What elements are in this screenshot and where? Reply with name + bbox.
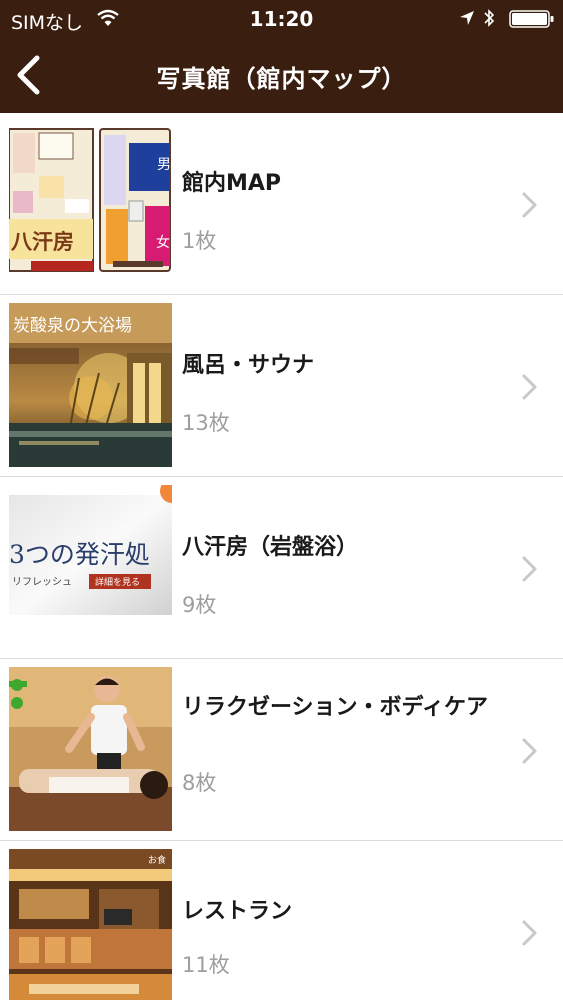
chevron-right-icon [522,192,537,218]
bluetooth-icon [482,8,496,32]
battery-icon [509,10,555,32]
album-title: 館内MAP [182,171,282,196]
album-row-restaurant[interactable]: お食 レストラン 11枚 [0,841,563,1000]
chevron-right-icon [522,374,537,400]
album-thumbnail: 3つの発汗処 リフレッシュ 詳細を見る [9,485,172,649]
album-count: 8枚 [182,771,217,795]
album-thumbnail: 八汗房 男 女 [9,121,172,285]
album-title: 風呂・サウナ [182,353,315,378]
album-list: 八汗房 男 女 館内MAP 1枚 炭酸泉の大浴場 風呂・サウナ 13枚 3つの発… [0,113,563,1000]
top-bar: SIMなし 11:20 写真館（館内マップ） [0,0,563,113]
location-icon [459,10,475,30]
album-title: 八汗房（岩盤浴） [182,535,359,560]
chevron-right-icon [522,738,537,764]
page-title: 写真館（館内マップ） [156,65,407,93]
album-count: 9枚 [182,593,217,617]
bath-banner-text: 炭酸泉の大浴場 [13,316,132,336]
map-men-label: 男 [157,157,171,173]
album-count: 1枚 [182,229,217,253]
sweat-banner-text: 3つの発汗処 [9,540,150,569]
map-women-label: 女 [156,234,170,251]
sweat-button-text: 詳細を見る [95,576,140,588]
restaurant-corner-text: お食 [148,854,166,866]
album-title: レストラン [182,899,293,924]
album-count: 13枚 [182,411,230,435]
album-count: 11枚 [182,953,230,977]
chevron-right-icon [522,920,537,946]
navigation-bar: 写真館（館内マップ） [0,40,563,113]
album-row-relaxation[interactable]: リラクゼーション・ボディケア 8枚 [0,659,563,841]
chevron-right-icon [522,556,537,582]
album-thumbnail [9,667,172,831]
album-title: リラクゼーション・ボディケア [182,695,489,720]
album-thumbnail: 炭酸泉の大浴場 [9,303,172,467]
status-bar: SIMなし 11:20 [0,0,563,38]
app-screen: SIMなし 11:20 写真館（館内マップ） 八汗房 男 女 館内MAP 1枚 … [0,0,563,1000]
album-row-sweat-bath[interactable]: 3つの発汗処 リフレッシュ 詳細を見る 八汗房（岩盤浴） 9枚 [0,477,563,659]
album-row-bath[interactable]: 炭酸泉の大浴場 風呂・サウナ 13枚 [0,295,563,477]
album-thumbnail: お食 [9,849,172,1000]
album-row-floor-map[interactable]: 八汗房 男 女 館内MAP 1枚 [0,113,563,295]
sweat-sub-text: リフレッシュ [12,577,72,588]
map-sign-text: 八汗房 [11,230,74,254]
status-time: 11:20 [249,7,314,31]
